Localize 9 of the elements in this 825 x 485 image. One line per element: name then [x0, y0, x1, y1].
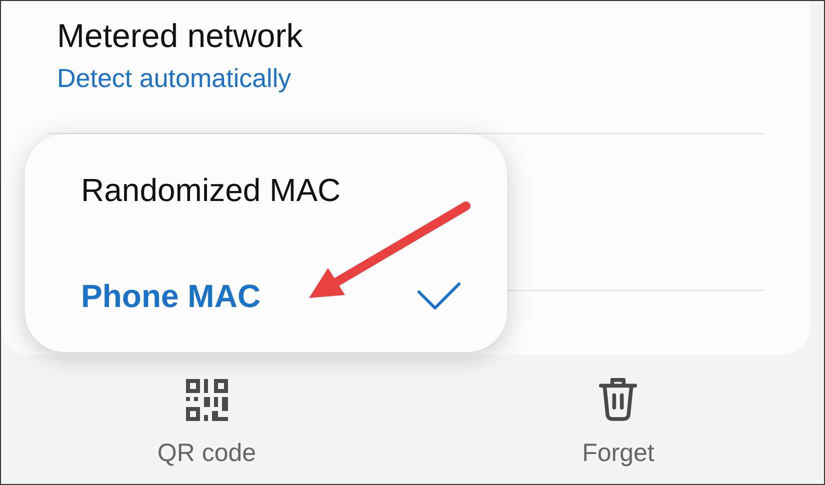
setting-value[interactable]: Detect automatically [57, 61, 764, 95]
checkmark-icon [417, 282, 461, 310]
menu-option[interactable]: Randomized MAC [81, 137, 461, 243]
bottom-bar-button[interactable]: Forget [412, 355, 824, 484]
qr-code-icon [186, 379, 228, 421]
setting-title: Metered network [57, 16, 304, 56]
menu-option[interactable]: Phone MAC [81, 243, 461, 349]
bottom-bar-button[interactable]: QR code [1, 355, 412, 484]
trash-icon [598, 377, 638, 421]
